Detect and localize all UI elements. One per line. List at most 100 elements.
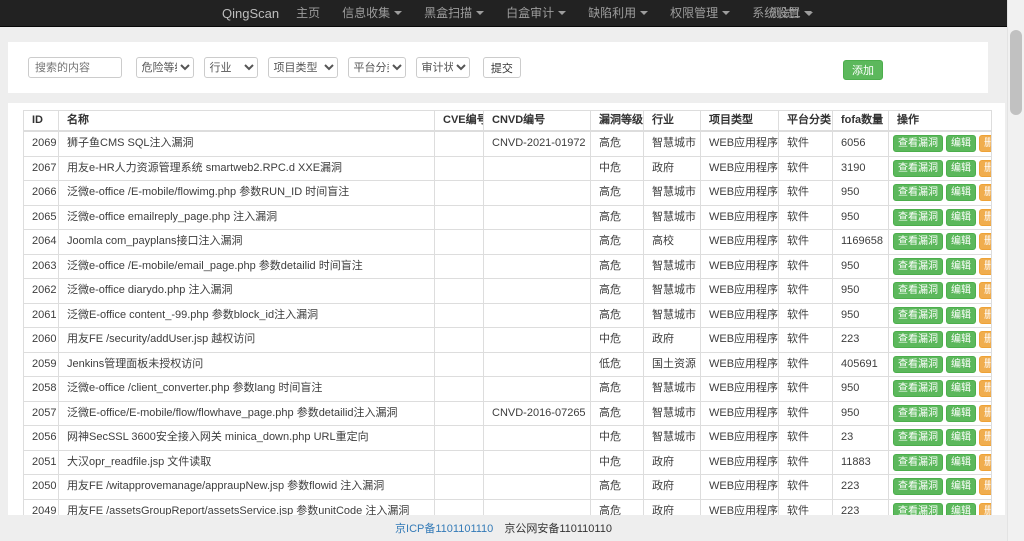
nav-item-2[interactable]: 黑盒扫描 bbox=[413, 0, 495, 27]
user-menu-dropdown[interactable]: 测试1 bbox=[770, 0, 813, 27]
add-button[interactable]: 添加 bbox=[843, 60, 883, 80]
table-row: 2064Joomla com_payplans接口注入漏洞高危高校WEB应用程序… bbox=[24, 230, 992, 255]
view-vuln-button[interactable]: 查看漏洞 bbox=[893, 160, 943, 177]
cell-name: 泛微e-office /client_converter.php 参数lang … bbox=[59, 377, 435, 402]
view-vuln-button[interactable]: 查看漏洞 bbox=[893, 478, 943, 495]
view-vuln-button[interactable]: 查看漏洞 bbox=[893, 209, 943, 226]
edit-button[interactable]: 编辑 bbox=[946, 233, 976, 250]
cell-type: WEB应用程序 bbox=[701, 475, 779, 500]
delete-button[interactable]: 删除 bbox=[979, 380, 992, 397]
view-vuln-button[interactable]: 查看漏洞 bbox=[893, 258, 943, 275]
filter-select-1[interactable]: 行业 bbox=[204, 57, 258, 78]
col-header-2: CVE编号 bbox=[435, 111, 484, 132]
cell-platform: 软件 bbox=[779, 279, 833, 304]
cell-fofa: 950 bbox=[833, 279, 889, 304]
delete-button[interactable]: 删除 bbox=[979, 160, 992, 177]
chevron-down-icon bbox=[640, 11, 648, 15]
view-vuln-button[interactable]: 查看漏洞 bbox=[893, 356, 943, 373]
delete-button[interactable]: 删除 bbox=[979, 135, 992, 152]
view-vuln-button[interactable]: 查看漏洞 bbox=[893, 503, 943, 515]
edit-button[interactable]: 编辑 bbox=[946, 307, 976, 324]
view-vuln-button[interactable]: 查看漏洞 bbox=[893, 454, 943, 471]
cell-name: 用友e-HR人力资源管理系统 smartweb2.RPC.d XXE漏洞 bbox=[59, 156, 435, 181]
cell-name: 网神SecSSL 3600安全接入网关 minica_down.php URL重… bbox=[59, 426, 435, 451]
cell-name: 用友FE /assetsGroupReport/assetsService.js… bbox=[59, 499, 435, 515]
delete-button[interactable]: 删除 bbox=[979, 356, 992, 373]
edit-button[interactable]: 编辑 bbox=[946, 160, 976, 177]
view-vuln-button[interactable]: 查看漏洞 bbox=[893, 184, 943, 201]
delete-button[interactable]: 删除 bbox=[979, 307, 992, 324]
view-vuln-button[interactable]: 查看漏洞 bbox=[893, 233, 943, 250]
nav-item-1[interactable]: 信息收集 bbox=[331, 0, 413, 27]
delete-button[interactable]: 删除 bbox=[979, 454, 992, 471]
edit-button[interactable]: 编辑 bbox=[946, 503, 976, 515]
cell-type: WEB应用程序 bbox=[701, 254, 779, 279]
search-input[interactable] bbox=[28, 57, 122, 78]
icp-link[interactable]: 京ICP备1101101110 bbox=[395, 523, 493, 535]
delete-button[interactable]: 删除 bbox=[979, 233, 992, 250]
filter-select-3[interactable]: 平台分类 bbox=[348, 57, 406, 78]
cell-type: WEB应用程序 bbox=[701, 352, 779, 377]
delete-button[interactable]: 删除 bbox=[979, 429, 992, 446]
delete-button[interactable]: 删除 bbox=[979, 209, 992, 226]
submit-button[interactable]: 提交 bbox=[483, 57, 521, 78]
filter-select-0[interactable]: 危险等级 bbox=[136, 57, 194, 78]
col-header-4: 漏洞等级 bbox=[591, 111, 644, 132]
view-vuln-button[interactable]: 查看漏洞 bbox=[893, 405, 943, 422]
delete-button[interactable]: 删除 bbox=[979, 405, 992, 422]
edit-button[interactable]: 编辑 bbox=[946, 331, 976, 348]
nav-item-5[interactable]: 权限管理 bbox=[659, 0, 741, 27]
delete-button[interactable]: 删除 bbox=[979, 282, 992, 299]
cell-actions: 查看漏洞编辑删除 bbox=[889, 328, 992, 353]
view-vuln-button[interactable]: 查看漏洞 bbox=[893, 307, 943, 324]
edit-button[interactable]: 编辑 bbox=[946, 258, 976, 275]
edit-button[interactable]: 编辑 bbox=[946, 478, 976, 495]
edit-button[interactable]: 编辑 bbox=[946, 282, 976, 299]
top-navbar: QingScan 主页信息收集黑盒扫描白盒审计缺陷利用权限管理系统设置 测试1 bbox=[0, 0, 1007, 27]
edit-button[interactable]: 编辑 bbox=[946, 356, 976, 373]
chevron-down-icon bbox=[722, 11, 730, 15]
view-vuln-button[interactable]: 查看漏洞 bbox=[893, 429, 943, 446]
scrollbar-thumb[interactable] bbox=[1010, 30, 1022, 115]
view-vuln-button[interactable]: 查看漏洞 bbox=[893, 282, 943, 299]
filter-select-2[interactable]: 项目类型 bbox=[268, 57, 338, 78]
edit-button[interactable]: 编辑 bbox=[946, 380, 976, 397]
cell-id: 2062 bbox=[24, 279, 59, 304]
view-vuln-button[interactable]: 查看漏洞 bbox=[893, 380, 943, 397]
cell-level: 中危 bbox=[591, 426, 644, 451]
cell-fofa: 950 bbox=[833, 401, 889, 426]
cell-type: WEB应用程序 bbox=[701, 205, 779, 230]
edit-button[interactable]: 编辑 bbox=[946, 135, 976, 152]
cell-name: 用友FE /witapprovemanage/appraupNew.jsp 参数… bbox=[59, 475, 435, 500]
filter-select-4[interactable]: 审计状态 bbox=[416, 57, 470, 78]
edit-button[interactable]: 编辑 bbox=[946, 209, 976, 226]
delete-button[interactable]: 删除 bbox=[979, 478, 992, 495]
cell-level: 高危 bbox=[591, 230, 644, 255]
edit-button[interactable]: 编辑 bbox=[946, 454, 976, 471]
nav-item-4[interactable]: 缺陷利用 bbox=[577, 0, 659, 27]
cell-industry: 政府 bbox=[644, 475, 701, 500]
nav-item-3[interactable]: 白盒审计 bbox=[495, 0, 577, 27]
cell-id: 2060 bbox=[24, 328, 59, 353]
cell-industry: 智慧城市 bbox=[644, 377, 701, 402]
view-vuln-button[interactable]: 查看漏洞 bbox=[893, 331, 943, 348]
table-row: 2057泛微E-office/E-mobile/flow/flowhave_pa… bbox=[24, 401, 992, 426]
col-header-3: CNVD编号 bbox=[484, 111, 591, 132]
table-row: 2062泛微e-office diarydo.php 注入漏洞高危智慧城市WEB… bbox=[24, 279, 992, 304]
navbar-brand[interactable]: QingScan bbox=[222, 0, 279, 27]
edit-button[interactable]: 编辑 bbox=[946, 405, 976, 422]
delete-button[interactable]: 删除 bbox=[979, 184, 992, 201]
delete-button[interactable]: 删除 bbox=[979, 503, 992, 515]
delete-button[interactable]: 删除 bbox=[979, 258, 992, 275]
edit-button[interactable]: 编辑 bbox=[946, 184, 976, 201]
cell-fofa: 223 bbox=[833, 328, 889, 353]
view-vuln-button[interactable]: 查看漏洞 bbox=[893, 135, 943, 152]
delete-button[interactable]: 删除 bbox=[979, 331, 992, 348]
edit-button[interactable]: 编辑 bbox=[946, 429, 976, 446]
scrollbar[interactable] bbox=[1007, 0, 1024, 541]
cell-industry: 高校 bbox=[644, 230, 701, 255]
cell-industry: 政府 bbox=[644, 328, 701, 353]
nav-item-0[interactable]: 主页 bbox=[285, 0, 331, 27]
col-header-7: 平台分类 bbox=[779, 111, 833, 132]
cell-fofa: 950 bbox=[833, 181, 889, 206]
